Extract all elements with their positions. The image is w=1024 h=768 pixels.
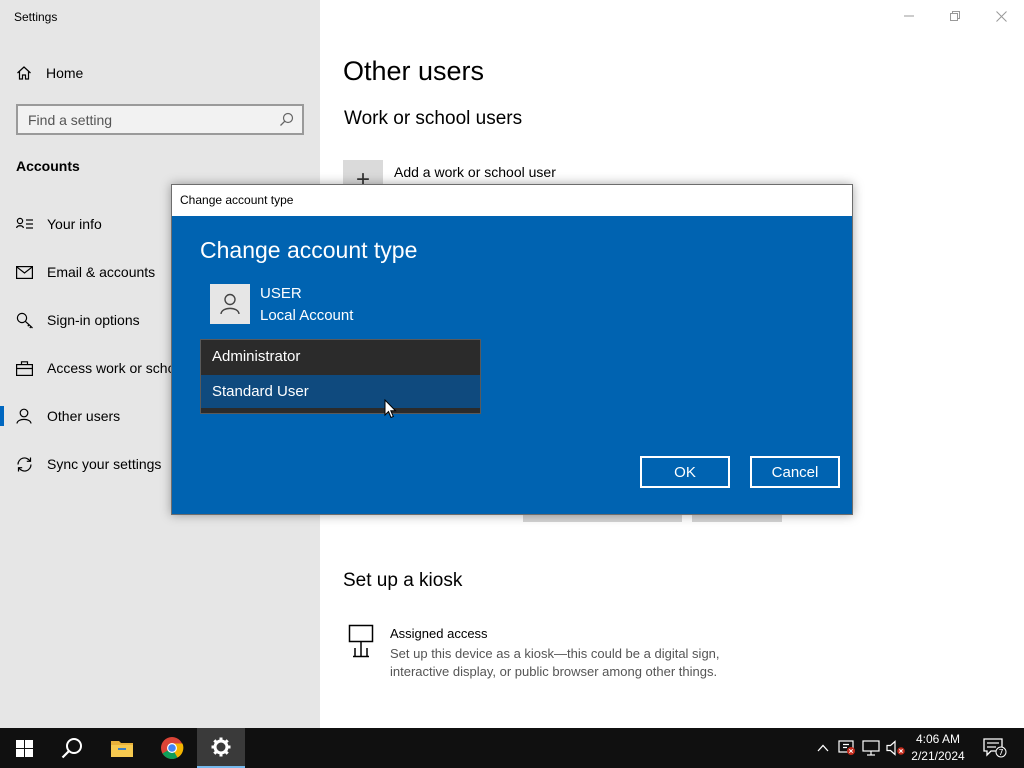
user-name: USER bbox=[260, 285, 302, 302]
taskbar-search-button[interactable] bbox=[48, 728, 96, 768]
search-icon bbox=[61, 738, 82, 759]
chrome-button[interactable] bbox=[148, 728, 196, 768]
ok-button[interactable]: OK bbox=[640, 456, 730, 488]
search-box[interactable] bbox=[16, 104, 304, 135]
change-account-type-dialog: Change account type Change account type … bbox=[171, 184, 853, 515]
restore-icon bbox=[950, 11, 960, 21]
kiosk-section-title: Set up a kiosk bbox=[343, 570, 463, 591]
account-type-dropdown[interactable]: Administrator Standard User bbox=[200, 339, 481, 414]
clock-time: 4:06 AM bbox=[915, 732, 961, 746]
sidebar-item-label: Sign-in options bbox=[47, 312, 140, 328]
key-icon bbox=[16, 312, 33, 328]
network-icon bbox=[862, 740, 880, 756]
dialog-title-bar: Change account type bbox=[172, 185, 852, 216]
window-controls bbox=[886, 0, 1024, 32]
security-warning-icon bbox=[838, 740, 855, 755]
home-label: Home bbox=[46, 65, 84, 81]
sync-icon bbox=[17, 456, 32, 472]
taskbar: 4:06 AM 2/21/2024 7 bbox=[0, 728, 1024, 768]
sidebar-item-label: Access work or scho bbox=[47, 360, 176, 376]
mail-icon bbox=[16, 265, 33, 279]
assigned-access-item[interactable]: Assigned access Set up this device as a … bbox=[348, 624, 760, 681]
minimize-button[interactable] bbox=[886, 0, 932, 32]
cancel-button[interactable]: Cancel bbox=[750, 456, 840, 488]
notification-count: 7 bbox=[998, 748, 1003, 757]
file-explorer-button[interactable] bbox=[98, 728, 146, 768]
windows-logo-icon bbox=[15, 739, 33, 757]
kiosk-icon bbox=[348, 624, 374, 658]
section-accounts: Accounts bbox=[16, 158, 80, 174]
person-icon bbox=[16, 408, 32, 424]
show-hidden-icons-button[interactable] bbox=[812, 728, 834, 768]
folder-icon bbox=[111, 741, 133, 757]
start-button[interactable] bbox=[0, 728, 48, 768]
person-card-icon bbox=[16, 217, 33, 229]
user-avatar-icon bbox=[220, 293, 240, 315]
close-icon bbox=[995, 10, 1007, 22]
dialog-heading: Change account type bbox=[200, 237, 418, 263]
user-info: USER Local Account bbox=[210, 284, 353, 327]
option-standard-user[interactable]: Standard User bbox=[201, 375, 480, 408]
chevron-up-icon bbox=[817, 744, 829, 752]
restore-button[interactable] bbox=[932, 0, 978, 32]
security-tray-icon-button[interactable] bbox=[836, 728, 858, 768]
user-account-type: Local Account bbox=[260, 307, 354, 324]
mouse-cursor-icon bbox=[384, 399, 397, 419]
gear-icon bbox=[211, 737, 231, 757]
settings-taskbar-button[interactable] bbox=[197, 728, 245, 768]
clock-date: 2/21/2024 bbox=[911, 749, 965, 763]
sidebar-item-label: Other users bbox=[47, 408, 121, 424]
minimize-icon bbox=[904, 15, 914, 17]
assigned-access-title: Assigned access bbox=[390, 626, 488, 641]
avatar bbox=[210, 284, 250, 324]
hidden-button-change-type bbox=[523, 514, 682, 522]
option-administrator[interactable]: Administrator bbox=[201, 340, 480, 373]
page-title: Other users bbox=[343, 56, 485, 86]
add-work-school-user-label: Add a work or school user bbox=[394, 164, 556, 180]
app-title: Settings bbox=[14, 10, 58, 24]
work-school-section-title: Work or school users bbox=[344, 108, 523, 129]
search-input[interactable] bbox=[18, 106, 268, 133]
sidebar-item-label: Sync your settings bbox=[47, 456, 162, 472]
volume-muted-icon bbox=[886, 740, 905, 756]
volume-tray-button[interactable] bbox=[884, 728, 908, 768]
close-button[interactable] bbox=[978, 0, 1024, 32]
sidebar-item-label: Your info bbox=[47, 216, 102, 232]
sidebar-item-label: Email & accounts bbox=[47, 264, 156, 280]
notification-icon: 7 bbox=[983, 738, 1007, 758]
briefcase-icon bbox=[16, 360, 33, 376]
hidden-button-remove bbox=[692, 514, 782, 522]
home-icon bbox=[17, 66, 31, 80]
notification-center-button[interactable]: 7 bbox=[978, 728, 1012, 768]
network-tray-button[interactable] bbox=[860, 728, 882, 768]
search-icon[interactable] bbox=[279, 112, 294, 127]
home-link[interactable]: Home bbox=[16, 62, 83, 84]
assigned-access-description: Set up this device as a kiosk—this could… bbox=[390, 646, 720, 679]
chrome-icon bbox=[161, 737, 184, 759]
taskbar-clock[interactable]: 4:06 AM 2/21/2024 bbox=[908, 731, 968, 765]
